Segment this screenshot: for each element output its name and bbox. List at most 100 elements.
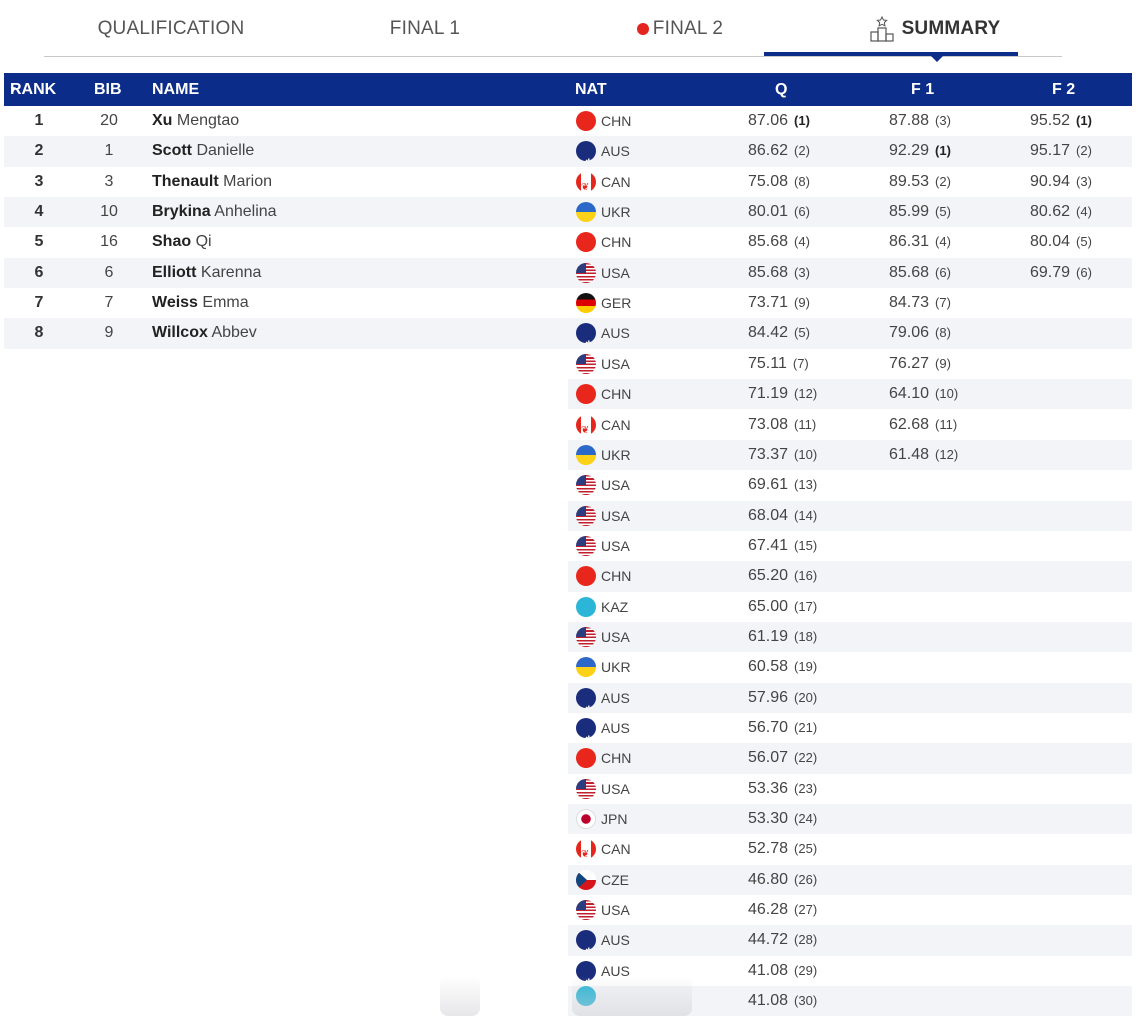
rank-cell: 2 (34, 142, 44, 160)
athlete-surname: Shao (152, 233, 192, 251)
q-score-cell: 75.11 (7) (748, 349, 809, 379)
table-row[interactable]: 5 16 Shao Qi CHN 85.68 (4) 86.31 (4) 80.04 (5) (4, 227, 1132, 257)
q-position: (15) (794, 537, 818, 553)
table-row[interactable]: 2 1 Scott Danielle AUS 86.62 (2) 92.29 (1) 95.17… (4, 136, 1132, 167)
q-score: 53.36 (748, 779, 789, 797)
table-row[interactable]: CAN 52.78 (25) (568, 834, 1132, 864)
column-header-q[interactable]: Q (775, 73, 787, 106)
table-row[interactable]: 4 10 Brykina Anhelina UKR 80.01 (6) 85.99 (5) 80… (4, 197, 1132, 228)
table-row[interactable]: UKR 60.58 (19) (568, 652, 1132, 682)
flag-icon (576, 869, 596, 890)
bib-cell: 3 (104, 172, 114, 190)
table-row[interactable]: 3 3 Thenault Marion CAN 75.08 (8) 89.53 (2) 90.9… (4, 167, 1132, 197)
q-score-cell: 73.37 (10) (748, 440, 817, 470)
table-row[interactable]: AUS 57.96 (20) (568, 682, 1132, 713)
nation-code: UKR (601, 204, 631, 221)
table-row[interactable]: USA 46.28 (27) (568, 895, 1132, 925)
header-label: RANK (10, 81, 57, 98)
table-row[interactable]: 7 7 Weiss Emma GER 73.71 (9) 84.73 (7) (4, 288, 1132, 318)
f1-position: (6) (935, 264, 951, 280)
table-row[interactable]: 6 6 Elliott Karenna USA 85.68 (3) 85.68 (6) 69.7… (4, 257, 1132, 289)
q-position: (6) (794, 204, 810, 220)
nation-code: USA (601, 507, 630, 524)
nation-code: CHN (601, 386, 632, 403)
table-row[interactable]: AUS 56.70 (21) (568, 713, 1132, 743)
table-row[interactable]: USA 61.19 (18) (568, 621, 1132, 653)
f1-score: 85.99 (889, 203, 930, 221)
athlete-given-name: Anhelina (214, 203, 277, 221)
q-position: (1) (794, 113, 810, 128)
table-row[interactable]: CAN 73.08 (11) 62.68 (11) (568, 410, 1132, 440)
q-score: 65.00 (748, 597, 789, 615)
athlete-name[interactable]: Elliott Karenna (152, 258, 261, 288)
athlete-name[interactable]: Scott Danielle (152, 136, 254, 166)
q-score-cell: 57.96 (20) (748, 683, 817, 713)
athlete-name[interactable]: Shao Qi (152, 227, 212, 257)
q-position: (9) (794, 295, 810, 311)
q-position: (27) (794, 902, 818, 918)
q-position: (14) (794, 507, 818, 523)
f2-position: (1) (1076, 113, 1092, 128)
athlete-name[interactable]: Brykina Anhelina (152, 197, 277, 227)
nation-code: USA (601, 780, 630, 797)
scroll-overlay (572, 976, 692, 1016)
column-header-f2[interactable]: F 2 (1052, 73, 1075, 106)
table-row[interactable]: JPN 53.30 (24) (568, 804, 1132, 835)
flag-icon (576, 657, 596, 678)
table-row[interactable]: 1 20 Xu Mengtao CHN 87.06 (1) 87.88 (3) 95.52 (1) (4, 106, 1132, 136)
table-row[interactable]: USA 75.11 (7) 76.27 (9) (568, 349, 1132, 379)
table-row[interactable]: CHN 56.07 (22) (568, 743, 1132, 774)
tab-summary[interactable]: SUMMARY (808, 0, 1062, 57)
tab-label: QUALIFICATION (97, 17, 245, 39)
column-header-name[interactable]: NAME (152, 73, 199, 106)
table-row[interactable]: CHN 71.19 (12) 64.10 (10) (568, 379, 1132, 410)
q-score: 41.08 (748, 992, 789, 1010)
athlete-name[interactable]: Xu Mengtao (152, 106, 239, 136)
athlete-name[interactable]: Weiss Emma (152, 288, 249, 318)
column-header-bib[interactable]: BIB (94, 73, 122, 106)
table-row[interactable]: USA 68.04 (14) (568, 500, 1132, 531)
nation-cell: UKR (576, 440, 631, 470)
active-tab-indicator (764, 52, 1018, 56)
rank-cell: 1 (34, 112, 44, 129)
tab-final-2[interactable]: FINAL 2 (552, 0, 808, 57)
f1-score-cell: 79.06 (8) (889, 318, 951, 348)
q-score: 56.07 (748, 749, 789, 767)
tab-final-1[interactable]: FINAL 1 (298, 0, 552, 57)
q-position: (4) (794, 234, 810, 250)
f1-position: (10) (935, 386, 959, 402)
q-score: 60.58 (748, 658, 789, 676)
tab-qualification[interactable]: QUALIFICATION (44, 0, 298, 57)
table-row[interactable]: 8 9 Willcox Abbev AUS 84.42 (5) 79.06 (8) (4, 318, 1132, 349)
column-header-nat[interactable]: NAT (575, 73, 607, 106)
nation-code: CHN (601, 113, 632, 129)
table-row[interactable]: CHN 65.20 (16) (568, 561, 1132, 592)
f1-score-cell: 84.73 (7) (889, 288, 951, 318)
flag-icon (576, 111, 596, 131)
table-row[interactable]: USA 53.36 (23) (568, 774, 1132, 804)
nation-cell: AUS (576, 925, 630, 955)
column-header-f1[interactable]: F 1 (911, 73, 934, 106)
flag-icon (576, 262, 596, 283)
table-row[interactable]: CZE 46.80 (26) (568, 864, 1132, 896)
q-position: (17) (794, 598, 818, 614)
table-row[interactable]: USA 69.61 (13) (568, 470, 1132, 500)
q-position: (19) (794, 659, 818, 675)
flag-icon (576, 900, 596, 921)
q-score-cell: 71.19 (12) (748, 379, 817, 409)
nation-code: UKR (601, 446, 631, 463)
table-row[interactable]: AUS 44.72 (28) (568, 925, 1132, 956)
table-row[interactable]: UKR 73.37 (10) 61.48 (12) (568, 439, 1132, 471)
flag-icon (576, 353, 596, 374)
table-row[interactable]: USA 67.41 (15) (568, 531, 1132, 561)
athlete-name[interactable]: Thenault Marion (152, 167, 272, 197)
flag-icon (576, 293, 596, 314)
athlete-name[interactable]: Willcox Abbev (152, 318, 257, 348)
f2-score: 90.94 (1030, 172, 1071, 190)
table-row[interactable]: KAZ 65.00 (17) (568, 592, 1132, 622)
nation-cell: KAZ (576, 592, 628, 622)
q-position: (25) (794, 841, 818, 857)
q-score: 44.72 (748, 931, 789, 949)
f1-position: (5) (935, 204, 951, 220)
nation-code: USA (601, 628, 630, 645)
